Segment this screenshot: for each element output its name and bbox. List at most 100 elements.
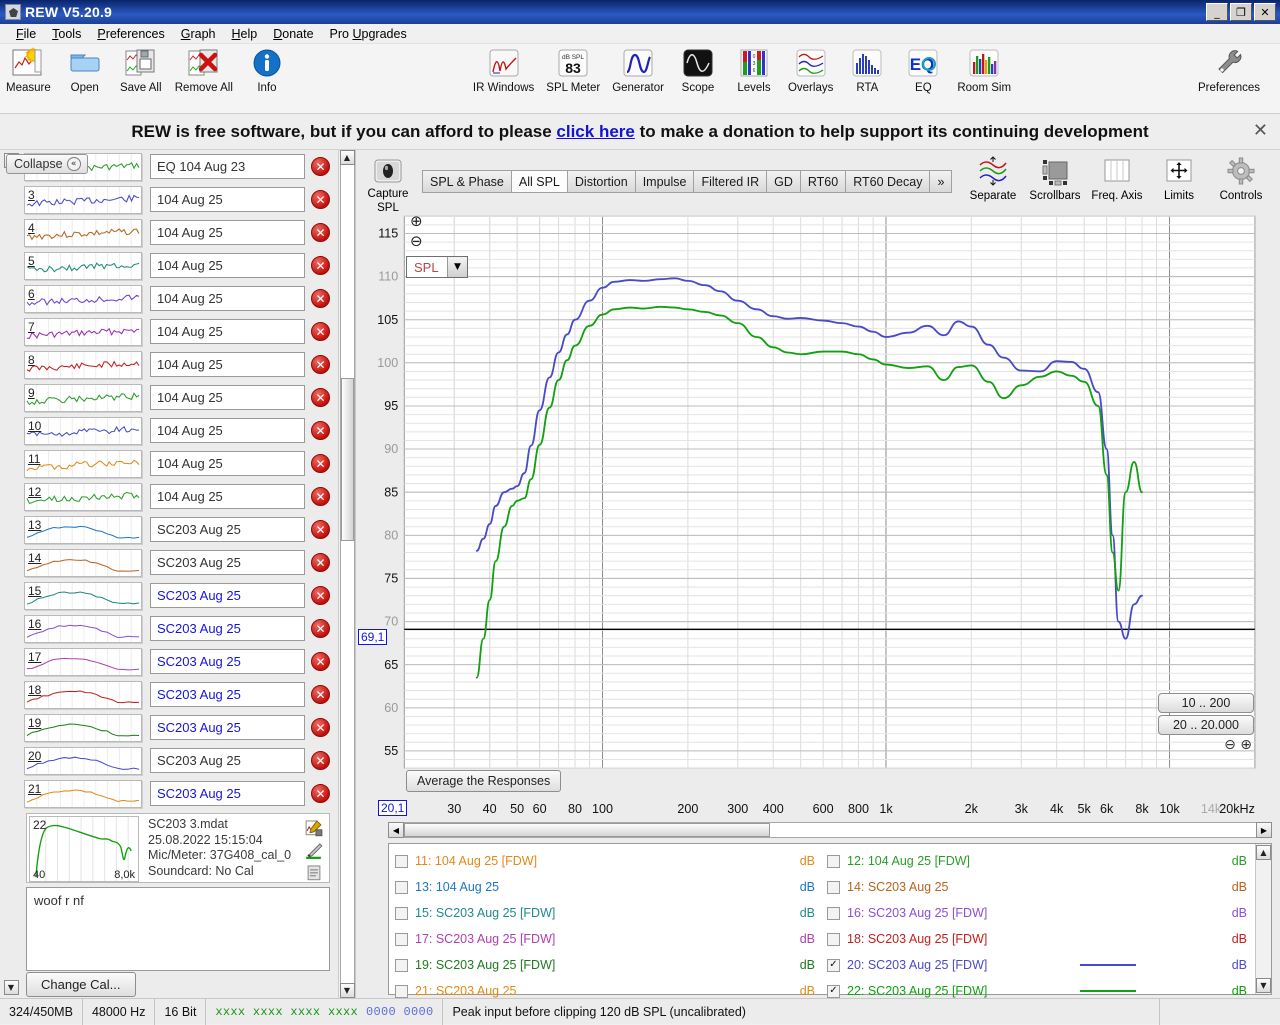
chart-scroll-right-button[interactable]: ▶	[1256, 822, 1272, 838]
measurement-delete-button[interactable]: ✕	[311, 553, 330, 572]
measurement-name-field[interactable]: 104 Aug 25	[150, 286, 305, 311]
measurement-thumbnail[interactable]: 14	[24, 548, 142, 577]
graph-tool-separate[interactable]: Separate	[962, 152, 1024, 202]
tab-distortion[interactable]: Distortion	[566, 170, 635, 193]
measurement-thumbnail[interactable]: 16	[24, 614, 142, 643]
toolbar-generator-button[interactable]: Generator	[606, 44, 670, 94]
legend-row[interactable]: 19: SC203 Aug 25 [FDW] dB	[395, 952, 823, 978]
legend-checkbox[interactable]	[395, 906, 408, 920]
measurement-delete-button[interactable]: ✕	[311, 388, 330, 407]
chart-scroll-track[interactable]	[404, 822, 1256, 838]
capture-button[interactable]: Capture SPL	[360, 152, 416, 214]
chevron-down-icon[interactable]: ▼	[447, 257, 467, 277]
legend-row[interactable]: ✓ 20: SC203 Aug 25 [FDW] dB	[827, 952, 1255, 978]
measurement-row[interactable]: 11 104 Aug 25 ✕	[22, 447, 338, 480]
measurement-notes-field[interactable]: woof r nf	[26, 887, 330, 971]
sidebar-scrollbar-track[interactable]	[339, 165, 355, 983]
range-zoom-in-button[interactable]: ⊕	[1240, 737, 1252, 753]
tab-all-spl[interactable]: All SPL	[510, 170, 567, 193]
measurement-delete-button[interactable]: ✕	[311, 157, 330, 176]
measurement-thumbnail[interactable]: 3	[24, 185, 142, 214]
legend-checkbox[interactable]: ✓	[827, 958, 840, 972]
legend-scroll-up[interactable]: ▲	[1256, 845, 1271, 860]
chart-zoom-out-button[interactable]: ⊖	[410, 232, 423, 250]
legend-scrollbar[interactable]: ▲ ▼	[1255, 844, 1271, 994]
measurement-name-field[interactable]: SC203 Aug 25	[150, 748, 305, 773]
legend-row[interactable]: 16: SC203 Aug 25 [FDW] dB	[827, 900, 1255, 926]
sidebar-scrollbar-down[interactable]: ▼	[339, 983, 355, 998]
measurement-row[interactable]: 8 104 Aug 25 ✕	[22, 348, 338, 381]
legend-row[interactable]: 13: 104 Aug 25 dB	[395, 874, 823, 900]
measurement-name-field[interactable]: 104 Aug 25	[150, 451, 305, 476]
measurement-row[interactable]: 6 104 Aug 25 ✕	[22, 282, 338, 315]
sidebar-scrollbar-thumb[interactable]	[340, 377, 354, 542]
measurement-name-field[interactable]: SC203 Aug 25	[150, 649, 305, 674]
legend-checkbox[interactable]	[827, 854, 840, 868]
measurement-row[interactable]: 18 SC203 Aug 25 ✕	[22, 678, 338, 711]
measurement-delete-button[interactable]: ✕	[311, 652, 330, 671]
measurement-thumbnail[interactable]: 9	[24, 383, 142, 412]
close-button[interactable]: ✕	[1254, 3, 1276, 21]
measurement-thumbnail[interactable]: 4	[24, 218, 142, 247]
menu-help[interactable]: Help	[224, 25, 266, 43]
measurement-list[interactable]: EQ 104 Aug 23 ✕ 3 104 Aug 25 ✕ 4 104 Aug 25 ✕ 5 1…	[22, 150, 338, 813]
tab-[interactable]: »	[929, 170, 953, 193]
measurement-thumbnail[interactable]: 12	[24, 482, 142, 511]
banner-close-icon[interactable]: ✕	[1253, 122, 1268, 140]
legend-checkbox[interactable]	[395, 932, 408, 946]
measurement-delete-button[interactable]: ✕	[311, 718, 330, 737]
spl-chart[interactable]: 115 110 105 100 95 90 85 80 75 70 65 60 55 ⊕ ⊖ SPL ▼…	[356, 208, 1272, 799]
legend-checkbox[interactable]	[395, 880, 408, 894]
range-button-20-20000[interactable]: 20 .. 20.000	[1158, 715, 1254, 735]
measurement-thumbnail[interactable]: 5	[24, 251, 142, 280]
chart-zoom-in-button[interactable]: ⊕	[410, 212, 423, 230]
measurement-row[interactable]: 17 SC203 Aug 25 ✕	[22, 645, 338, 678]
restore-button[interactable]: ❐	[1230, 3, 1252, 21]
measurement-thumbnail[interactable]: 15	[24, 581, 142, 610]
menu-preferences[interactable]: Preferences	[89, 25, 172, 43]
legend-row[interactable]: 14: SC203 Aug 25 dB	[827, 874, 1255, 900]
change-cal-button[interactable]: Change Cal...	[26, 972, 136, 997]
measurement-delete-button[interactable]: ✕	[311, 784, 330, 803]
measurement-delete-button[interactable]: ✕	[311, 289, 330, 308]
range-button-10-200[interactable]: 10 .. 200	[1158, 693, 1254, 713]
toolbar-ir-windows-button[interactable]: IR Windows	[467, 44, 540, 94]
toolbar-info-button[interactable]: Info	[239, 44, 295, 94]
measurement-delete-button[interactable]: ✕	[311, 751, 330, 770]
legend-checkbox[interactable]	[827, 906, 840, 920]
legend-checkbox[interactable]	[395, 854, 408, 868]
measurement-row[interactable]: 9 104 Aug 25 ✕	[22, 381, 338, 414]
measurement-thumbnail[interactable]: 6	[24, 284, 142, 313]
measurement-delete-button[interactable]: ✕	[311, 586, 330, 605]
measurement-detail-thumbnail[interactable]: 22 40 8,0k	[29, 816, 139, 882]
collapse-button[interactable]: Collapse «	[6, 154, 88, 174]
measurement-row[interactable]: 14 SC203 Aug 25 ✕	[22, 546, 338, 579]
tab-spl-phase[interactable]: SPL & Phase	[422, 170, 511, 193]
legend-checkbox[interactable]	[395, 984, 408, 998]
range-zoom-out-button[interactable]: ⊖	[1224, 737, 1236, 753]
toolbar-rta-button[interactable]: RTA	[839, 44, 895, 94]
measurement-row[interactable]: 7 104 Aug 25 ✕	[22, 315, 338, 348]
measurement-row[interactable]: 4 104 Aug 25 ✕	[22, 216, 338, 249]
measurement-row[interactable]: 21 SC203 Aug 25 ✕	[22, 777, 338, 810]
notes-icon[interactable]	[305, 864, 323, 882]
measurement-delete-button[interactable]: ✕	[311, 685, 330, 704]
measurement-name-field[interactable]: 104 Aug 25	[150, 418, 305, 443]
graph-tool-scrollbars[interactable]: Scrollbars	[1024, 152, 1086, 202]
graph-tool-limits[interactable]: Limits	[1148, 152, 1210, 202]
axis-unit-select[interactable]: SPL ▼	[406, 256, 468, 278]
sidebar-scrollbar-up[interactable]: ▲	[339, 150, 355, 165]
measurement-delete-button[interactable]: ✕	[311, 190, 330, 209]
measurement-name-field[interactable]: 104 Aug 25	[150, 220, 305, 245]
average-responses-button[interactable]: Average the Responses	[406, 770, 562, 792]
legend-row[interactable]: 11: 104 Aug 25 [FDW] dB	[395, 848, 823, 874]
measurement-thumbnail[interactable]: 20	[24, 746, 142, 775]
toolbar-preferences-button[interactable]: Preferences	[1192, 44, 1266, 94]
tab-impulse[interactable]: Impulse	[634, 170, 694, 193]
measurement-name-field[interactable]: SC203 Aug 25	[150, 550, 305, 575]
measurement-row[interactable]: 12 104 Aug 25 ✕	[22, 480, 338, 513]
measurement-row[interactable]: 16 SC203 Aug 25 ✕	[22, 612, 338, 645]
toolbar-remove-all-button[interactable]: Remove All	[169, 44, 239, 94]
legend-scroll-down[interactable]: ▼	[1256, 978, 1271, 993]
measurement-delete-button[interactable]: ✕	[311, 223, 330, 242]
